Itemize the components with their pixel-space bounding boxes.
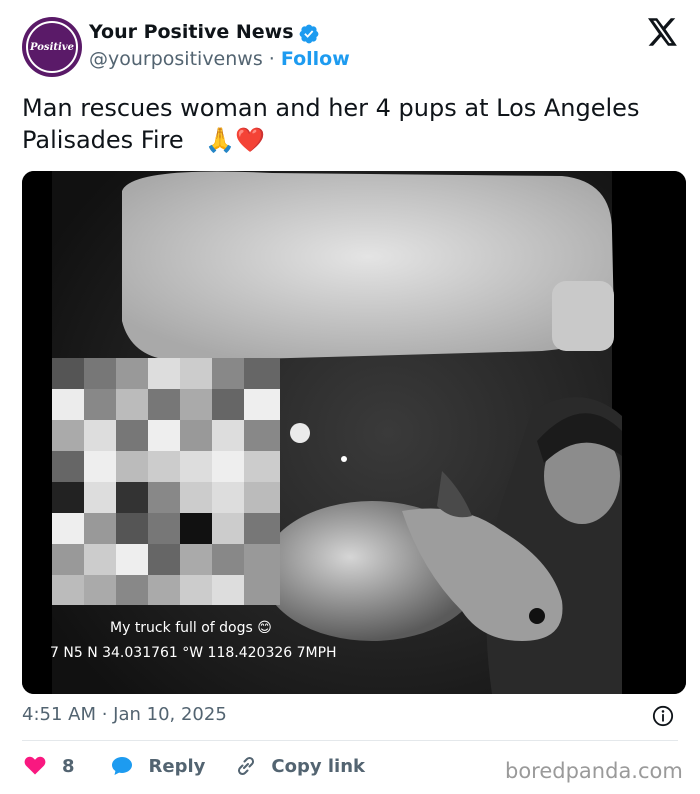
separator: · — [268, 48, 275, 70]
avatar-ring: Positive — [26, 21, 78, 73]
visor-clip — [552, 281, 614, 351]
video-frame: My truck full of dogs 😊 7 N5 N 34.031761… — [22, 171, 686, 694]
link-icon — [238, 756, 255, 776]
heart-icon — [24, 756, 46, 775]
info-icon[interactable] — [652, 705, 674, 727]
tweet-body: Man rescues woman and her 4 pups at Los … — [22, 94, 640, 154]
pixelated-blur-block — [52, 358, 280, 605]
avatar[interactable]: Positive — [22, 17, 82, 77]
like-button[interactable]: 8 — [22, 754, 75, 778]
user-name[interactable]: Your Positive News — [89, 21, 294, 43]
tweet-text: Man rescues woman and her 4 pups at Los … — [22, 92, 662, 156]
dog-nose — [529, 608, 545, 624]
x-logo-icon[interactable] — [648, 18, 678, 46]
handle-row: @yourpositivenws · Follow — [89, 48, 350, 70]
action-bar: 8 Reply Copy link — [22, 752, 365, 780]
light-dot — [341, 456, 347, 462]
reply-bubble-icon — [111, 757, 132, 775]
light-glare — [290, 423, 310, 443]
timestamp[interactable]: 4:51 AM · Jan 10, 2025 — [22, 704, 227, 725]
video-caption: My truck full of dogs 😊 — [110, 620, 272, 636]
like-count: 8 — [62, 755, 75, 777]
user-handle[interactable]: @yourpositivenws — [89, 48, 263, 70]
follow-button[interactable]: Follow — [281, 48, 350, 70]
avatar-logo-text: Positive — [30, 41, 74, 53]
tweet-emoji: 🙏❤️ — [205, 126, 266, 154]
verified-badge-icon — [299, 24, 319, 44]
gps-overlay: 7 N5 N 34.031761 °W 118.420326 7MPH — [50, 645, 337, 661]
copy-link-label: Copy link — [271, 755, 365, 777]
divider — [22, 740, 678, 741]
copy-link-button[interactable]: Copy link — [205, 754, 365, 778]
sun-visor — [122, 171, 614, 361]
video-media[interactable]: My truck full of dogs 😊 7 N5 N 34.031761… — [22, 171, 686, 694]
reply-button[interactable]: Reply — [75, 754, 206, 778]
reply-label: Reply — [148, 755, 206, 777]
watermark: boredpanda.com — [505, 759, 683, 783]
